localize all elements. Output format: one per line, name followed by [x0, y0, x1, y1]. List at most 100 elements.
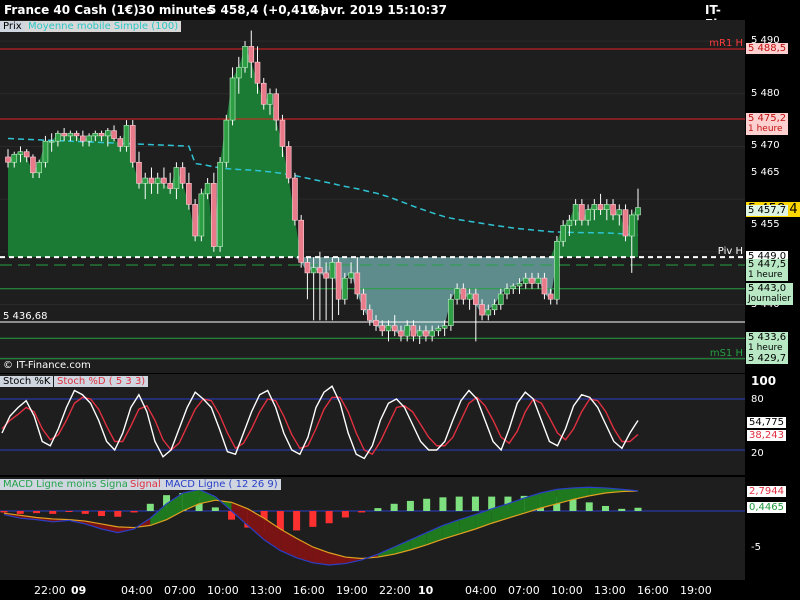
price-chart[interactable] [0, 20, 745, 373]
candle-body[interactable] [416, 330, 423, 337]
candle-body[interactable] [260, 82, 267, 105]
candle-body[interactable] [429, 330, 435, 337]
candle-body[interactable] [123, 125, 130, 147]
candle-body[interactable] [466, 293, 473, 300]
candle-body[interactable] [516, 283, 523, 287]
price-tab[interactable]: Prix [0, 21, 25, 32]
candle-body[interactable] [541, 277, 548, 295]
candle-body[interactable] [86, 135, 92, 142]
candle-body[interactable] [17, 151, 24, 155]
candle-body[interactable] [292, 177, 298, 221]
candle-body[interactable] [235, 67, 242, 79]
candle-body[interactable] [391, 325, 398, 332]
candle-body[interactable] [111, 130, 117, 139]
candle-body[interactable] [5, 156, 11, 163]
candle-body[interactable] [242, 46, 248, 68]
candle-body[interactable] [23, 151, 30, 158]
candle-body[interactable] [510, 285, 517, 290]
candle-body[interactable] [273, 93, 280, 121]
candle-body[interactable] [55, 132, 61, 142]
candle-body[interactable] [423, 330, 429, 337]
candle-body[interactable] [204, 183, 211, 195]
candle-body[interactable] [73, 132, 80, 137]
candle-body[interactable] [36, 161, 42, 174]
candle-body[interactable] [80, 135, 86, 142]
candle-body[interactable] [597, 204, 604, 210]
candle-body[interactable] [105, 130, 111, 137]
candle-body[interactable] [591, 204, 598, 210]
candle-body[interactable] [154, 177, 161, 184]
candle-body[interactable] [304, 262, 311, 274]
macd-panel[interactable]: MACD Ligne moins Signal Signal MACD Lign… [0, 477, 745, 580]
candle-body[interactable] [48, 140, 55, 143]
candle-body[interactable] [298, 219, 304, 263]
candle-body[interactable] [566, 219, 573, 226]
candle-body[interactable] [148, 177, 155, 184]
candle-body[interactable] [628, 214, 635, 237]
candle-body[interactable] [435, 327, 442, 332]
candle-body[interactable] [535, 277, 541, 284]
candle-body[interactable] [279, 119, 286, 147]
candle-body[interactable] [522, 277, 529, 284]
candle-body[interactable] [285, 146, 292, 179]
candle-body[interactable] [441, 325, 448, 329]
candle-body[interactable] [460, 288, 467, 300]
stoch-panel[interactable]: Stoch %K Stoch %D ( 5 3 3) [0, 374, 745, 475]
candle-body[interactable] [167, 183, 173, 189]
candle-body[interactable] [410, 325, 417, 337]
candle-body[interactable] [267, 93, 273, 105]
candle-body[interactable] [173, 167, 180, 189]
candle-body[interactable] [161, 177, 167, 184]
candle-body[interactable] [211, 183, 217, 247]
candle-body[interactable] [67, 132, 74, 137]
candle-body[interactable] [554, 240, 560, 300]
candle-body[interactable] [30, 156, 36, 174]
macd-signal-legend[interactable]: Signal [127, 479, 164, 490]
candle-body[interactable] [585, 209, 591, 221]
candle-body[interactable] [317, 267, 323, 274]
candle-body[interactable] [92, 132, 99, 137]
candle-body[interactable] [129, 125, 136, 163]
macd-hist-legend[interactable]: MACD Ligne moins Signal [0, 479, 134, 490]
candle-body[interactable] [479, 304, 485, 316]
candle-body[interactable] [217, 161, 223, 247]
candle-body[interactable] [61, 132, 67, 137]
candle-body[interactable] [485, 309, 492, 316]
candle-body[interactable] [335, 262, 342, 300]
candle-body[interactable] [366, 309, 373, 321]
ma-legend[interactable]: Moyenne mobile Simple (100) [25, 21, 182, 32]
candle-body[interactable] [604, 204, 610, 210]
candle-body[interactable] [192, 204, 198, 237]
candle-body[interactable] [529, 277, 535, 284]
candle-body[interactable] [117, 138, 124, 147]
candle-body[interactable] [373, 320, 379, 326]
candle-body[interactable] [360, 293, 367, 311]
candle-body[interactable] [622, 209, 629, 237]
candle-body[interactable] [610, 204, 616, 216]
candle-body[interactable] [223, 119, 230, 163]
macd-line-legend[interactable]: MACD Ligne ( 12 26 9) [162, 479, 281, 490]
candle-body[interactable] [547, 293, 554, 300]
candle-body[interactable] [229, 77, 236, 121]
candle-body[interactable] [142, 177, 149, 184]
candle-body[interactable] [473, 293, 479, 305]
candle-body[interactable] [497, 293, 504, 305]
stoch-d-legend[interactable]: Stoch %D ( 5 3 3) [54, 376, 149, 387]
candle-body[interactable] [385, 325, 392, 332]
candle-body[interactable] [42, 140, 49, 163]
candle-body[interactable] [616, 209, 623, 216]
candle-body[interactable] [98, 132, 105, 137]
candle-body[interactable] [404, 325, 411, 337]
candle-body[interactable] [342, 277, 348, 300]
candle-body[interactable] [454, 288, 460, 300]
candle-body[interactable] [379, 325, 386, 332]
candle-body[interactable] [248, 46, 255, 63]
candle-body[interactable] [254, 61, 261, 84]
candle-body[interactable] [398, 330, 404, 337]
candle-body[interactable] [329, 262, 336, 279]
candle-body[interactable] [186, 183, 192, 205]
price-panel[interactable]: Prix Moyenne mobile Simple (100) 5 436,6… [0, 20, 745, 373]
candle-body[interactable] [635, 207, 641, 216]
candle-body[interactable] [11, 154, 18, 163]
candle-body[interactable] [354, 272, 361, 295]
